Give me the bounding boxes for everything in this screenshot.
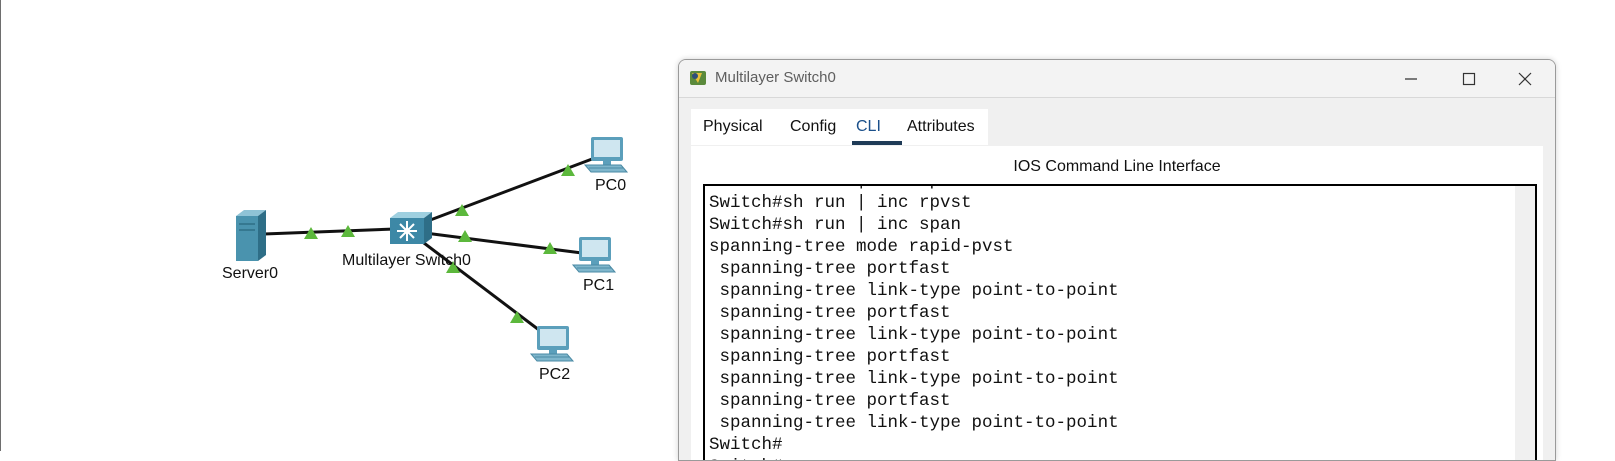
pc-icon[interactable]: [571, 237, 617, 273]
cli-console[interactable]: Switch#sh run | inc rp Switch#sh run | i…: [703, 184, 1537, 460]
cli-heading: IOS Command Line Interface: [1013, 158, 1221, 175]
tab-config[interactable]: Config: [790, 109, 836, 145]
server-icon[interactable]: [236, 210, 266, 261]
window-titlebar[interactable]: Multilayer Switch0: [679, 60, 1555, 98]
link-server0-switch0[interactable]: [263, 227, 396, 236]
tab-physical[interactable]: Physical: [703, 109, 763, 145]
close-icon: [1518, 72, 1532, 85]
minimize-button[interactable]: [1387, 60, 1435, 97]
pc-icon[interactable]: [529, 326, 575, 362]
device-label-server0[interactable]: Server0: [222, 265, 278, 283]
tab-bar: Physical Config CLI Attributes: [691, 109, 988, 145]
cli-output[interactable]: Switch#sh run | inc rp Switch#sh run | i…: [709, 186, 1119, 460]
pc-icon[interactable]: [583, 137, 629, 173]
maximize-button[interactable]: [1445, 60, 1493, 97]
device-label-pc2[interactable]: PC2: [539, 366, 570, 384]
multilayer-switch-icon[interactable]: [390, 212, 432, 244]
link-status-indicators: [304, 164, 575, 323]
maximize-icon: [1462, 72, 1476, 85]
tab-attributes[interactable]: Attributes: [907, 109, 975, 145]
close-button[interactable]: [1501, 60, 1549, 97]
link-switch0-pc1[interactable]: [424, 231, 583, 255]
cli-scrollbar[interactable]: [1515, 186, 1535, 460]
window-title: Multilayer Switch0: [715, 69, 836, 86]
device-label-switch0[interactable]: Multilayer Switch0: [342, 252, 471, 270]
minimize-icon: [1405, 77, 1417, 80]
device-label-pc1[interactable]: PC1: [583, 277, 614, 295]
active-tab-indicator: [852, 141, 902, 145]
device-window[interactable]: Multilayer Switch0 Physical Config CLI A…: [678, 59, 1556, 461]
cli-panel: IOS Command Line Interface Switch#sh run…: [691, 146, 1543, 460]
packet-tracer-icon: [690, 71, 706, 85]
device-label-pc0[interactable]: PC0: [595, 177, 626, 195]
link-switch0-pc0[interactable]: [424, 154, 601, 224]
tab-cli[interactable]: CLI: [856, 109, 881, 145]
